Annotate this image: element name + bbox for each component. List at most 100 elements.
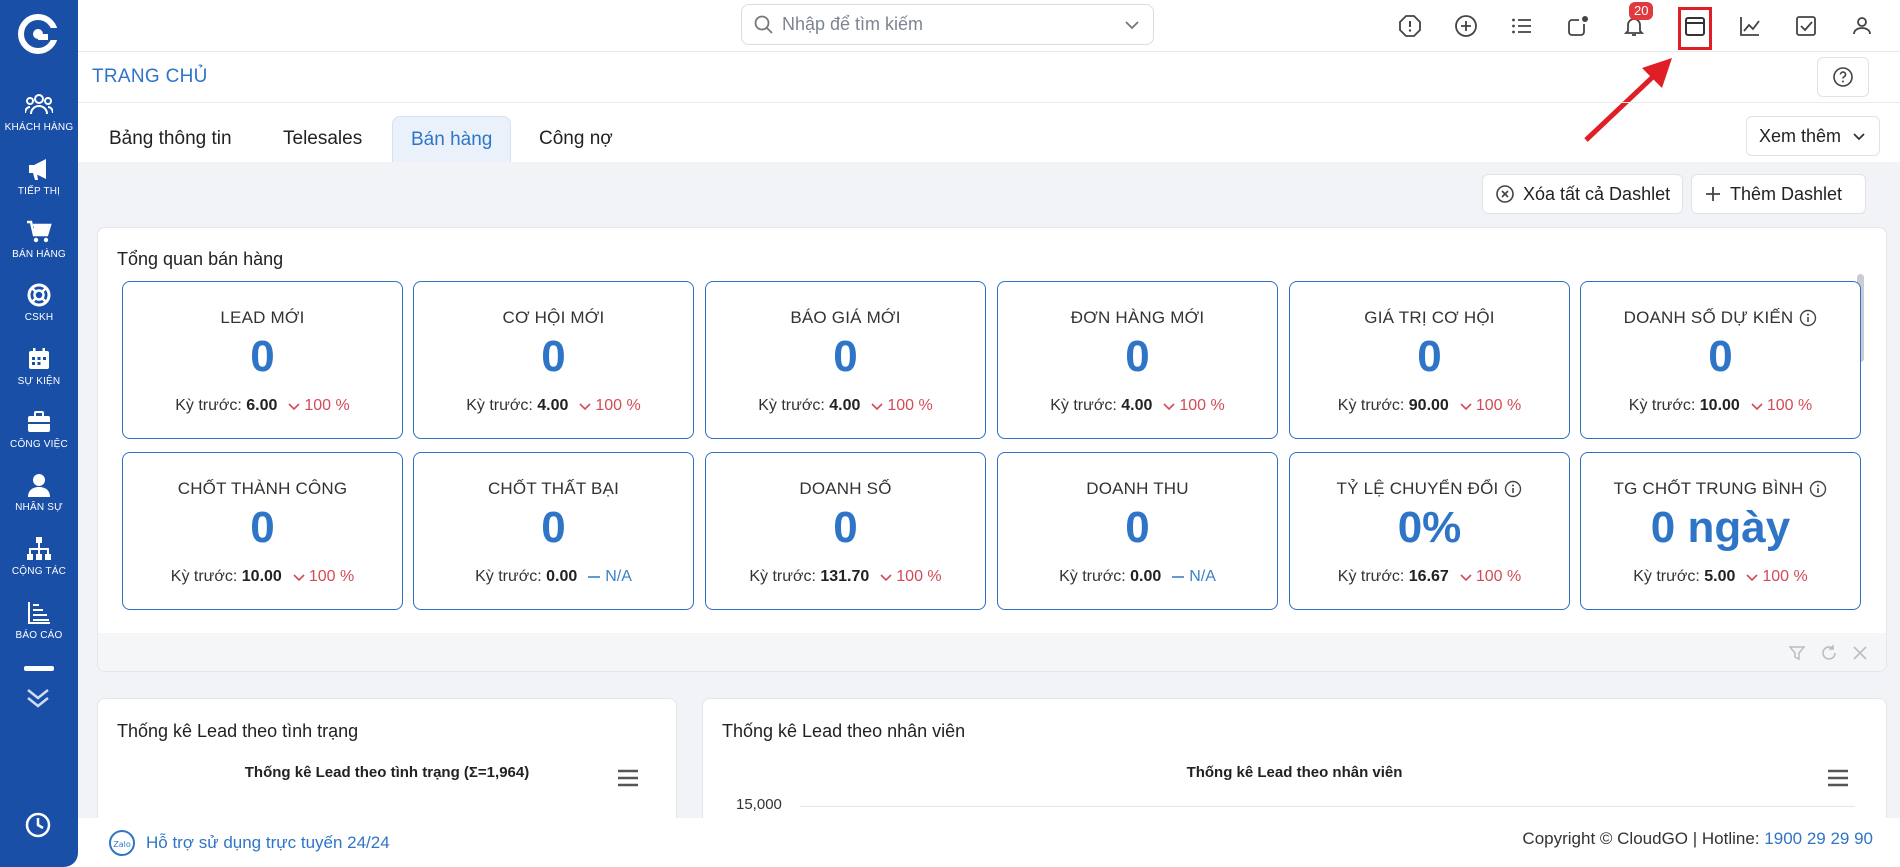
partial-menu-icon <box>24 666 54 671</box>
sidebar-item-collaboration[interactable]: CỘNG TÁC <box>0 536 78 577</box>
sidebar-item-reports[interactable]: BÁO CÁO <box>0 600 78 641</box>
line-chart-icon[interactable] <box>1736 12 1764 40</box>
chevron-down-icon <box>288 403 300 411</box>
plus-icon <box>1706 187 1720 201</box>
kpi-title: BÁO GIÁ MỚI <box>790 308 901 327</box>
add-dashlet-button[interactable]: Thêm Dashlet <box>1691 174 1866 214</box>
org-chart-icon <box>27 537 51 560</box>
sidebar-item-hr[interactable]: NHÂN SỰ <box>0 472 78 513</box>
chevron-down-icon <box>871 403 883 411</box>
checkbox-icon[interactable] <box>1792 12 1820 40</box>
support-link[interactable]: Zalo Hỗ trợ sử dụng trực tuyến 24/24 <box>108 829 390 857</box>
filter-icon[interactable] <box>1788 644 1806 662</box>
sidebar-item-marketing[interactable]: TIẾP THỊ <box>0 156 78 197</box>
copyright: Copyright © CloudGO | Hotline: 1900 29 2… <box>1522 829 1873 848</box>
kpi-card[interactable]: CHỐT THÀNH CÔNG 0 Kỳ trước: 10.00 100 % <box>122 452 403 610</box>
tab-telesales[interactable]: Telesales <box>265 116 380 162</box>
prev-value: 5.00 <box>1704 568 1736 585</box>
change-value: 100 % <box>595 397 641 414</box>
change-value: 100 % <box>1475 568 1522 585</box>
prev-label: Kỳ trước: <box>1633 568 1700 585</box>
highlight-box <box>1678 7 1712 50</box>
lifebuoy-icon <box>27 283 51 307</box>
prev-label: Kỳ trước: <box>466 397 533 414</box>
info-icon[interactable] <box>1504 480 1522 498</box>
prev-label: Kỳ trước: <box>1337 568 1405 585</box>
sidebar-item-label: CỘNG TÁC <box>11 566 67 577</box>
prev-value: 4.00 <box>829 397 861 414</box>
dash-icon <box>1172 576 1185 578</box>
kpi-card[interactable]: ĐƠN HÀNG MỚI 0 Kỳ trước: 4.00 100 % <box>997 281 1278 439</box>
info-icon[interactable] <box>1809 480 1827 498</box>
clear-dashlets-label: Xóa tất cả Dashlet <box>1523 183 1671 204</box>
change-value: 100 % <box>1762 568 1808 585</box>
sidebar-item-cskh[interactable]: CSKH <box>0 282 78 323</box>
sidebar-item-customers[interactable]: KHÁCH HÀNG <box>0 92 78 133</box>
chevron-down-icon <box>1460 403 1472 411</box>
sidebar-item-events[interactable]: SỰ KIỆN <box>0 346 78 387</box>
update-status-icon[interactable] <box>1564 12 1592 40</box>
list-icon[interactable] <box>1508 12 1536 40</box>
kpi-card[interactable]: BÁO GIÁ MỚI 0 Kỳ trước: 4.00 100 % <box>705 281 986 439</box>
panel-title: Tổng quan bán hàng <box>117 249 284 269</box>
close-circle-icon <box>1496 185 1514 203</box>
sidebar-item-label: NHÂN SỰ <box>15 502 63 513</box>
kpi-card[interactable]: DOANH SỐ DỰ KIẾN 0 Kỳ trước: 10.00 100 % <box>1580 281 1861 439</box>
more-dropdown[interactable]: Xem thêm <box>1746 116 1880 156</box>
kpi-value: 0 <box>833 332 858 381</box>
chevron-down-icon <box>1460 574 1472 582</box>
sidebar-item-sales[interactable]: BÁN HÀNG <box>0 219 78 260</box>
sidebar-item-label: BÁN HÀNG <box>12 249 66 260</box>
y-tick-label: 15,000 <box>736 796 782 813</box>
prev-label: Kỳ trước: <box>175 397 242 414</box>
cloudgo-logo-icon[interactable] <box>18 14 58 54</box>
chevron-down-icon <box>579 403 591 411</box>
help-button[interactable] <box>1817 57 1869 97</box>
hotline-number[interactable]: 1900 29 29 90 <box>1764 829 1873 848</box>
clear-dashlets-button[interactable]: Xóa tất cả Dashlet <box>1482 174 1684 214</box>
tab-bang-thong-tin[interactable]: Bảng thông tin <box>91 116 250 162</box>
search-placeholder: Nhập để tìm kiếm <box>782 14 924 34</box>
prev-label: Kỳ trước: <box>1337 397 1405 414</box>
kpi-card[interactable]: TỶ LỆ CHUYỂN ĐỔI 0% Kỳ trước: 16.67 100 % <box>1289 452 1570 610</box>
copyright-text: Copyright © CloudGO <box>1522 829 1689 848</box>
kpi-card[interactable]: CHỐT THẤT BẠI 0 Kỳ trước: 0.00 N/A <box>413 452 694 610</box>
change-value: 100 % <box>1766 397 1813 414</box>
users-icon <box>25 94 53 115</box>
kpi-title: CHỐT THÀNH CÔNG <box>177 479 348 498</box>
info-icon[interactable] <box>1799 309 1817 327</box>
chevron-down-icon <box>1163 403 1175 411</box>
sidebar-item-label: CÔNG VIỆC <box>10 439 68 450</box>
kpi-value: 0 <box>250 503 275 552</box>
alert-icon[interactable] <box>1396 12 1424 40</box>
kpi-title: ĐƠN HÀNG MỚI <box>1070 308 1205 327</box>
change-value: N/A <box>605 568 632 585</box>
chevron-down-icon <box>880 574 892 582</box>
chevron-down-icon <box>293 574 305 582</box>
close-icon[interactable] <box>1851 644 1869 662</box>
sidebar-item-tasks[interactable]: CÔNG VIỆC <box>0 409 78 450</box>
kpi-title: TG CHỐT TRUNG BÌNH <box>1613 479 1804 498</box>
kpi-value: 0 <box>541 332 566 381</box>
refresh-icon[interactable] <box>1820 644 1838 662</box>
user-icon[interactable] <box>1848 12 1876 40</box>
kpi-card[interactable]: TG CHỐT TRUNG BÌNH 0 ngày Kỳ trước: 5.00… <box>1580 452 1861 610</box>
kpi-card[interactable]: LEAD MỚI 0 Kỳ trước: 6.00 100 % <box>122 281 403 439</box>
clock-icon[interactable] <box>24 811 52 839</box>
search-input[interactable]: Nhập để tìm kiếm <box>741 4 1154 45</box>
chevrons-down-icon[interactable] <box>24 686 52 710</box>
tab-ban-hang[interactable]: Bán hàng <box>392 116 512 162</box>
menu-icon[interactable] <box>1827 768 1849 788</box>
menu-icon[interactable] <box>617 768 639 788</box>
kpi-value: 0 <box>1125 503 1150 552</box>
kpi-card[interactable]: DOANH SỐ 0 Kỳ trước: 131.70 100 % <box>705 452 986 610</box>
kpi-card[interactable]: GIÁ TRỊ CƠ HỘI 0 Kỳ trước: 90.00 100 % <box>1289 281 1570 439</box>
tab-cong-no[interactable]: Công nợ <box>521 116 631 162</box>
hotline-label: Hotline: <box>1701 829 1760 848</box>
kpi-card[interactable]: CƠ HỘI MỚI 0 Kỳ trước: 4.00 100 % <box>413 281 694 439</box>
prev-label: Kỳ trước: <box>475 568 542 585</box>
sidebar-item-label: SỰ KIỆN <box>17 376 61 387</box>
add-circle-icon[interactable] <box>1452 12 1480 40</box>
kpi-card[interactable]: DOANH THU 0 Kỳ trước: 0.00 N/A <box>997 452 1278 610</box>
chevron-down-icon[interactable] <box>1123 16 1141 34</box>
